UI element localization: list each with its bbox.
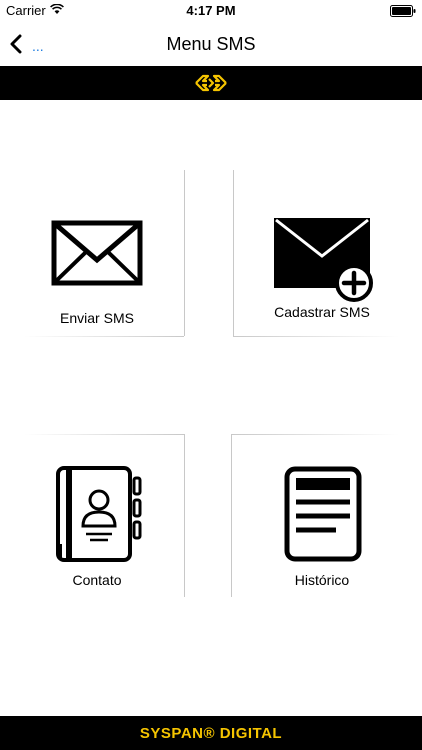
divider-horizontal-bottom-right bbox=[231, 434, 399, 435]
page-title: Menu SMS bbox=[166, 34, 256, 54]
register-sms-label: Cadastrar SMS bbox=[274, 304, 370, 320]
status-bar: Carrier 4:17 PM bbox=[0, 0, 422, 22]
divider-horizontal-top-left bbox=[24, 336, 184, 337]
register-sms-button[interactable]: Cadastrar SMS bbox=[248, 210, 396, 330]
contact-label: Contato bbox=[72, 572, 122, 588]
divider-horizontal-bottom-left bbox=[24, 434, 184, 435]
contact-button[interactable]: Contato bbox=[24, 464, 170, 594]
send-sms-button[interactable]: Enviar SMS bbox=[24, 210, 170, 330]
footer-brand: SYSPAN® DIGITAL bbox=[139, 724, 283, 742]
divider-horizontal-top-right bbox=[233, 336, 399, 337]
address-book-icon bbox=[56, 466, 142, 562]
divider-vertical-bottom-right bbox=[231, 434, 232, 597]
status-time: 4:17 PM bbox=[186, 3, 236, 18]
nav-bar: ... Menu SMS bbox=[0, 22, 422, 66]
document-icon bbox=[284, 466, 362, 562]
send-sms-label: Enviar SMS bbox=[60, 310, 134, 326]
envelope-add-icon bbox=[274, 218, 373, 302]
brand-strip bbox=[0, 66, 422, 100]
divider-vertical-bottom-left bbox=[184, 434, 185, 597]
syspan-logo-icon bbox=[195, 74, 227, 92]
menu-grid: Enviar SMS Cadastrar SMS Contato Históri… bbox=[0, 100, 422, 716]
footer-bar: SYSPAN® DIGITAL bbox=[0, 716, 422, 750]
battery-icon bbox=[390, 5, 416, 17]
envelope-icon bbox=[51, 220, 143, 286]
divider-vertical-top-right bbox=[233, 170, 234, 336]
history-label: Histórico bbox=[294, 572, 350, 588]
history-button[interactable]: Histórico bbox=[248, 464, 396, 594]
divider-vertical-top-left bbox=[184, 170, 185, 336]
